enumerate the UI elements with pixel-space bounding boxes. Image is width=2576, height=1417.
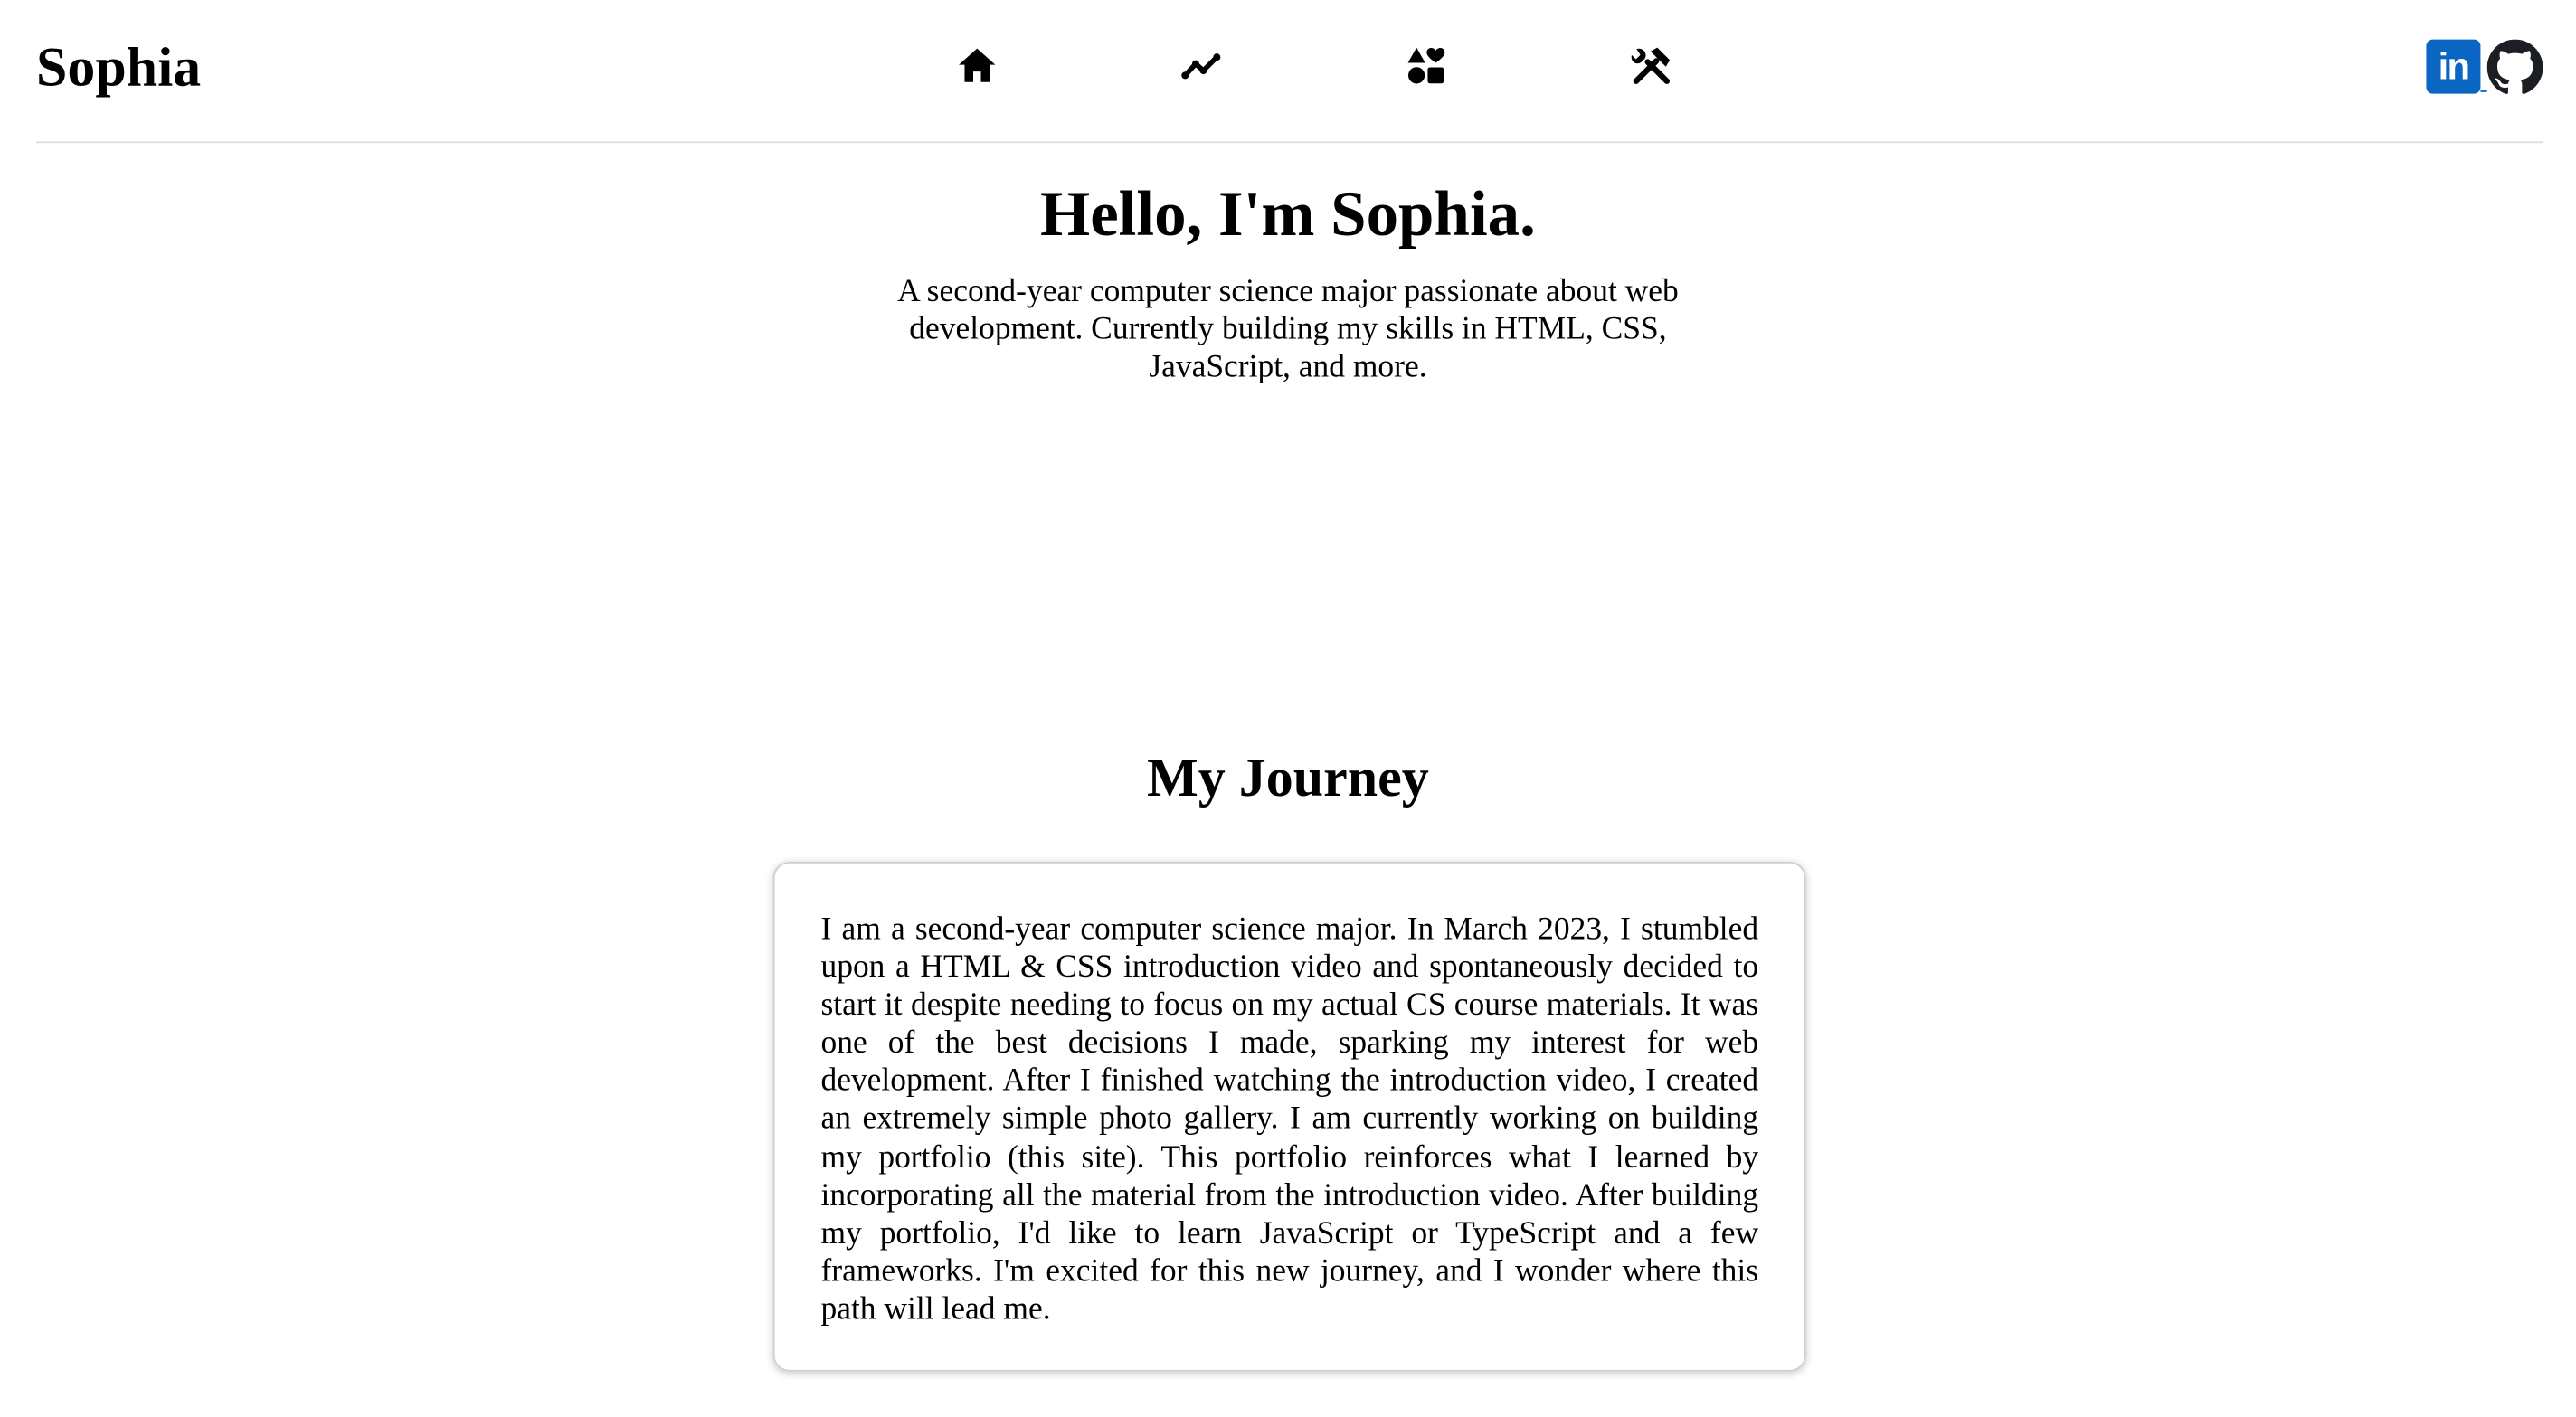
- nav-home-link[interactable]: [954, 43, 1000, 89]
- tools-icon: [1631, 47, 1671, 84]
- github-link[interactable]: [2486, 39, 2543, 96]
- trending-icon: [1181, 53, 1221, 80]
- hero-title: Hello, I'm Sophia.: [1040, 179, 1536, 250]
- github-icon: [2486, 39, 2543, 94]
- link-underline: [2480, 90, 2487, 92]
- nav-skills-link[interactable]: [1628, 43, 1674, 89]
- linkedin-link[interactable]: in: [2426, 39, 2481, 94]
- nav-projects-link[interactable]: [1403, 43, 1449, 89]
- journey-title: My Journey: [1147, 750, 1429, 809]
- nav-trending-link[interactable]: [1179, 43, 1226, 89]
- hero-section: Hello, I'm Sophia. A second-year compute…: [0, 175, 2576, 387]
- hero-subtitle: A second-year computer science major pas…: [897, 274, 1679, 385]
- shapes-icon: [1407, 47, 1445, 84]
- journey-text: I am a second-year computer science majo…: [820, 912, 1759, 1327]
- site-header: Sophia in: [36, 0, 2543, 144]
- page: Sophia in Hello, I'm Sophia. A second-ye…: [0, 0, 2576, 1416]
- journey-card: I am a second-year computer science majo…: [772, 861, 1806, 1372]
- home-icon: [959, 48, 996, 82]
- brand-logo-link[interactable]: Sophia: [36, 36, 201, 102]
